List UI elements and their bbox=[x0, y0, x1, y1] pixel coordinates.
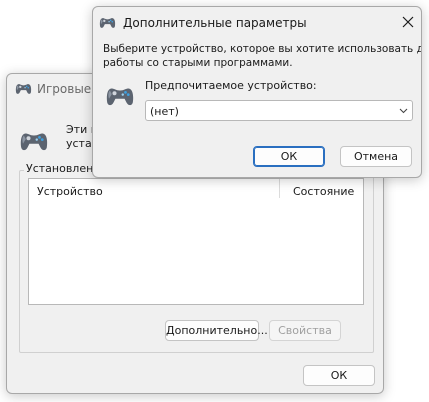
gamepad-icon bbox=[15, 82, 32, 95]
preferred-device-label: Предпочитаемое устройство: bbox=[145, 79, 317, 92]
instruction-line-2: работы со старыми программами. bbox=[103, 57, 293, 69]
chevron-down-icon bbox=[399, 108, 408, 114]
column-header-device[interactable]: Устройство bbox=[37, 185, 103, 198]
preferred-device-select[interactable]: (нет) bbox=[145, 100, 413, 121]
selected-value: (нет) bbox=[150, 105, 179, 118]
column-divider[interactable] bbox=[279, 179, 280, 198]
gamepad-icon bbox=[99, 16, 116, 29]
advanced-settings-dialog: Дополнительные параметры Выберите устрой… bbox=[92, 6, 422, 178]
properties-button[interactable]: Свойства bbox=[269, 320, 341, 341]
gamepad-icon bbox=[105, 85, 135, 107]
column-header-status[interactable]: Состояние bbox=[293, 185, 354, 198]
ok-button[interactable]: ОК bbox=[303, 365, 375, 386]
title-bar[interactable]: Дополнительные параметры bbox=[93, 7, 421, 37]
controllers-list[interactable]: Устройство Состояние bbox=[28, 178, 364, 305]
window-title: Дополнительные параметры bbox=[123, 16, 307, 30]
close-icon[interactable] bbox=[402, 16, 414, 28]
cancel-button[interactable]: Отмена bbox=[340, 146, 412, 167]
gamepad-icon bbox=[19, 130, 49, 152]
advanced-button[interactable]: Дополнительно... bbox=[165, 320, 268, 341]
group-label: Установленн bbox=[24, 162, 103, 175]
instruction-line-1: Выберите устройство, которое вы хотите и… bbox=[103, 43, 422, 55]
ok-button[interactable]: ОК bbox=[253, 146, 325, 167]
